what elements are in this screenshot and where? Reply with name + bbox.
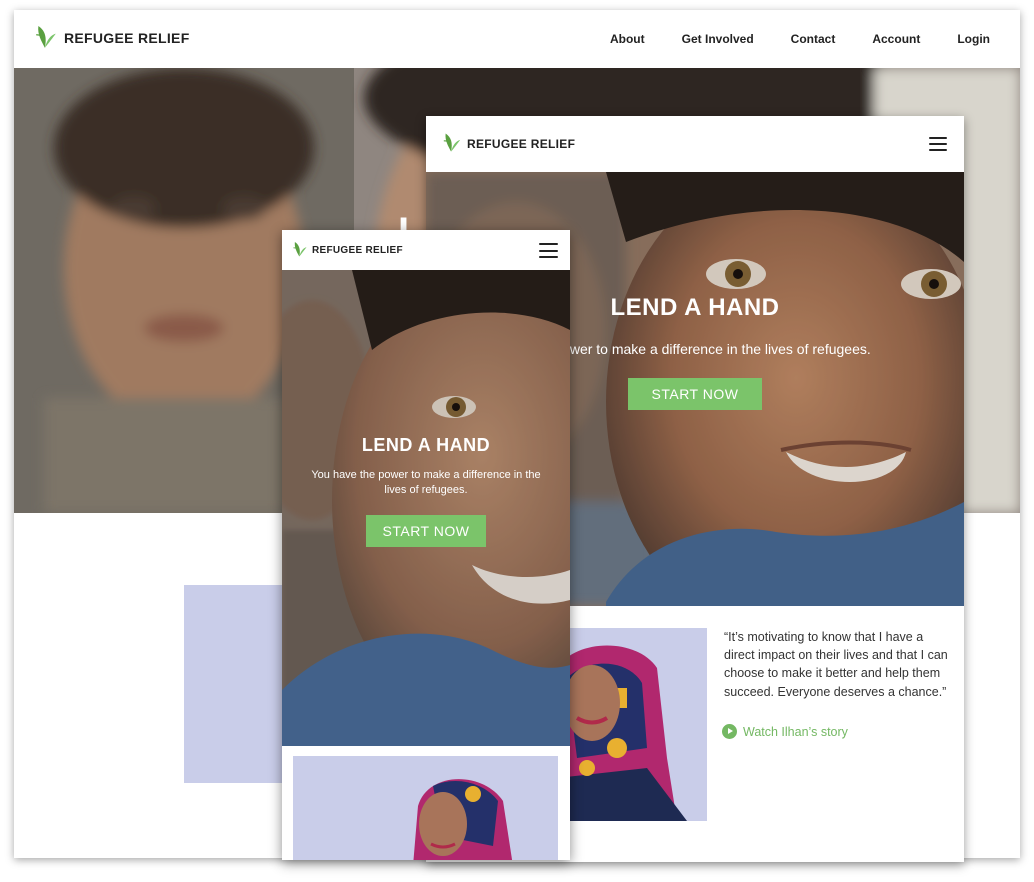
phone-ilhan-portrait: [293, 756, 558, 860]
phone-frame: REFUGEE RELIEF LEND A HAND You have the …: [282, 230, 570, 860]
tablet-navbar: REFUGEE RELIEF: [426, 116, 964, 172]
nav-contact[interactable]: Contact: [791, 32, 836, 46]
brand-name: REFUGEE RELIEF: [467, 136, 576, 151]
nav-account[interactable]: Account: [872, 32, 920, 46]
hummingbird-leaf-icon: [293, 241, 307, 257]
desktop-nav-links: About Get Involved Contact Account Login: [573, 10, 990, 68]
tablet-brand[interactable]: REFUGEE RELIEF: [442, 130, 575, 157]
nav-login[interactable]: Login: [957, 32, 990, 46]
play-icon: [722, 724, 737, 739]
phone-hero-image: LEND A HAND You have the power to make a…: [282, 270, 570, 746]
phone-navbar: REFUGEE RELIEF: [282, 230, 570, 270]
nav-about[interactable]: About: [610, 32, 645, 46]
tablet-start-now-button[interactable]: START NOW: [627, 378, 763, 410]
hamburger-icon[interactable]: [539, 243, 558, 258]
phone-hero-subtitle: You have the power to make a difference …: [311, 469, 541, 496]
watch-story-link[interactable]: Watch Ilhan’s story: [722, 724, 848, 739]
desktop-portrait-box: [184, 585, 294, 783]
hamburger-icon[interactable]: [929, 137, 947, 151]
hummingbird-leaf-icon: [443, 132, 461, 153]
nav-get-involved[interactable]: Get Involved: [682, 32, 754, 46]
testimonial-quote: “It’s motivating to know that I have a d…: [724, 630, 948, 699]
desktop-navbar: REFUGEE RELIEF About Get Involved Contac…: [14, 10, 1020, 68]
brand-name: REFUGEE RELIEF: [64, 30, 190, 46]
phone-hero-title: LEND A HAND: [361, 435, 491, 455]
phone-brand[interactable]: REFUGEE RELIEF: [292, 239, 403, 261]
brand-name: REFUGEE RELIEF: [312, 244, 403, 256]
phone-hero-text: LEND A HAND You have the power to make a…: [282, 435, 570, 547]
ilhan-portrait: [557, 628, 707, 821]
watch-story-label: Watch Ilhan’s story: [743, 724, 848, 739]
hummingbird-leaf-icon: [35, 25, 57, 49]
desktop-brand[interactable]: REFUGEE RELIEF: [34, 22, 190, 54]
phone-start-now-button[interactable]: START NOW: [365, 515, 487, 547]
